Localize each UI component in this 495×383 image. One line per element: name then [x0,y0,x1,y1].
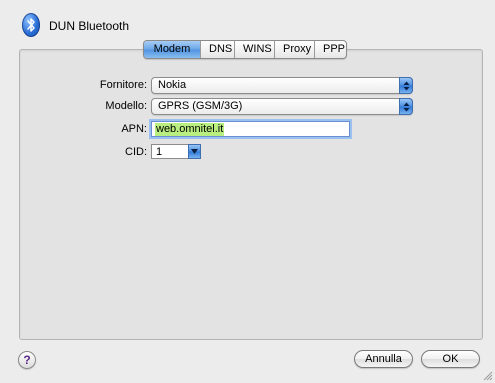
model-popup[interactable]: GPRS (GSM/3G) [151,98,413,115]
apn-input[interactable]: web.omnitel.it [151,121,350,137]
model-value: GPRS (GSM/3G) [158,100,243,112]
ok-button[interactable]: OK [421,350,480,368]
tab-modem[interactable]: Modem [144,41,200,58]
resize-grip-icon[interactable] [482,370,493,381]
cid-label: CID: [125,146,147,158]
apn-value: web.omnitel.it [155,123,225,136]
tab-ppp[interactable]: PPP [314,41,346,58]
cid-value: 1 [156,146,163,158]
tab-bar: Modem DNS WINS Proxy PPP [143,40,347,59]
tab-dns[interactable]: DNS [200,41,234,58]
chevron-down-icon[interactable] [188,144,201,159]
window-title: DUN Bluetooth [49,19,130,33]
updown-arrows-icon [399,98,413,115]
bluetooth-icon [22,13,40,37]
sheet-window: DUN Bluetooth Modem DNS WINS Proxy PPP F… [0,0,495,383]
apn-label: APN: [121,123,147,135]
tab-proxy[interactable]: Proxy [274,41,314,58]
help-button[interactable]: ? [18,351,36,369]
provider-value: Nokia [158,79,187,91]
cancel-button[interactable]: Annulla [354,350,413,368]
tab-wins[interactable]: WINS [234,41,274,58]
cid-combo[interactable]: 1 [151,144,201,159]
model-label: Modello: [105,100,147,112]
provider-label: Fornitore: [99,79,147,91]
updown-arrows-icon [399,77,413,94]
provider-popup[interactable]: Nokia [151,77,413,94]
